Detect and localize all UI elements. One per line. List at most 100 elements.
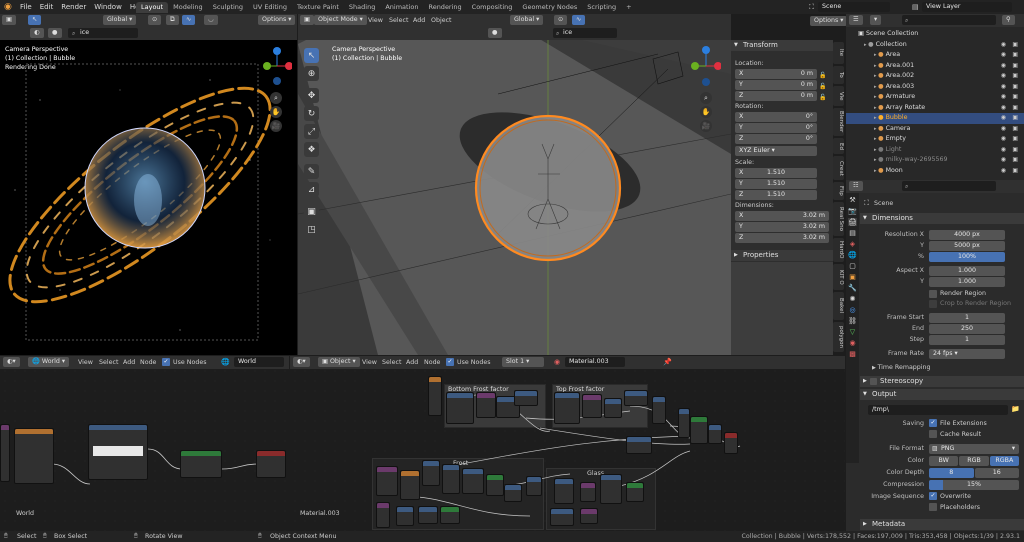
outliner-filter-icon[interactable]: ⚲ (1002, 15, 1015, 25)
shader-node[interactable] (396, 506, 414, 526)
render-camera-icon[interactable]: ▣ (1012, 124, 1018, 135)
cache-result-checkbox[interactable] (929, 430, 937, 438)
tab-geometry-nodes[interactable]: Geometry Nodes (517, 2, 582, 13)
rotate-tool-icon[interactable]: ↻ (304, 106, 319, 121)
tab-sculpting[interactable]: Sculpting (208, 2, 248, 13)
world-menu-view[interactable]: View (78, 359, 93, 366)
output-path-input[interactable]: /tmp\ (868, 405, 1008, 415)
color-rgba-option[interactable]: RGBA (989, 456, 1019, 466)
outliner-item[interactable]: ▸ ● Armature ◉ ▣ (846, 92, 1024, 103)
menu-file[interactable]: File (16, 0, 36, 14)
tab-shading[interactable]: Shading (344, 2, 380, 13)
render-camera-icon[interactable]: ▣ (1012, 155, 1018, 166)
extra-tool-icon[interactable]: ◳ (304, 222, 319, 237)
render-camera-icon[interactable]: ▣ (1012, 92, 1018, 103)
metadata-section-header[interactable]: ▶ Metadata (860, 519, 1024, 530)
shader-node[interactable] (440, 506, 460, 524)
viewport-menu-select[interactable]: Select (389, 17, 408, 24)
view-layer-icon[interactable]: ▤ (912, 3, 919, 11)
tab-compositing[interactable]: Compositing (467, 2, 518, 13)
outliner-item[interactable]: ▸ ● Moon ◉ ▣ (846, 166, 1024, 177)
physics-tab-icon[interactable]: ◎ (849, 306, 855, 314)
view-layer-tab-icon[interactable]: ▤ (849, 229, 856, 237)
shader-node[interactable] (442, 464, 460, 494)
material-node-editor[interactable]: ◐▾ ▣ Object ▾ View Select Add Node ✓ Use… (290, 356, 845, 531)
shader-node[interactable] (678, 408, 690, 438)
render-camera-icon[interactable]: ▣ (1012, 61, 1018, 72)
scale-z-field[interactable]: Z 1.510 (735, 190, 817, 200)
scene-icon[interactable]: ⛶ (809, 3, 814, 12)
location-z-field[interactable]: Z0 m (735, 91, 817, 101)
camera-view-icon[interactable]: 🎥 (270, 120, 282, 132)
scale-tool-icon[interactable]: ⤢ (304, 124, 319, 139)
outliner-item[interactable]: ▸ ● milky-way-2695569 ◉ ▣ (846, 155, 1024, 166)
pan-hand-icon[interactable]: ✋ (270, 106, 282, 118)
viewport-navigation-gizmo[interactable]: ⌕ ✋ 🎥 (691, 44, 722, 140)
render-viewport[interactable]: ▣ ↖ Global ▾ ⊙ ⧉ ∿ ◡ Options ▾ ◐ ● ice ⌕… (0, 14, 297, 355)
outliner-search-input[interactable] (902, 15, 996, 25)
measure-tool-icon[interactable]: ⊿ (304, 182, 319, 197)
shader-node[interactable] (376, 466, 398, 496)
viewport-menu-view[interactable]: View (368, 17, 383, 24)
proportional-icon[interactable]: ∿ (182, 15, 196, 25)
data-tab-icon[interactable]: ▽ (850, 328, 855, 336)
render-camera-icon[interactable]: ▣ (1012, 166, 1018, 177)
rotation-mode-select[interactable]: XYZ Euler ▾ (735, 146, 817, 156)
options-button[interactable]: Options ▾ (258, 15, 296, 25)
shader-node[interactable] (554, 478, 574, 504)
color-rgb-option[interactable]: RGB (959, 456, 989, 466)
shader-node[interactable] (600, 474, 622, 504)
shader-node[interactable] (526, 476, 542, 496)
pivot-icon[interactable]: ⊙ (148, 15, 162, 25)
overwrite-checkbox[interactable]: ✓ (929, 492, 937, 500)
world-node-texture[interactable] (14, 428, 54, 484)
outliner-item[interactable]: ▸ ● Collection ◉ ▣ (846, 40, 1024, 51)
scene-selector[interactable]: Scene (818, 2, 890, 12)
tab-layout[interactable]: Layout (136, 2, 169, 13)
shader-node[interactable] (626, 482, 644, 502)
dimensions-section-header[interactable]: ▼ Dimensions (860, 213, 1024, 224)
outliner-item[interactable]: ▸ ● Empty ◉ ▣ (846, 134, 1024, 145)
visibility-eye-icon[interactable]: ◉ (1001, 40, 1006, 51)
viewport-menu-object[interactable]: Object (431, 17, 452, 24)
world-menu-select[interactable]: Select (99, 359, 118, 366)
shader-node[interactable] (624, 390, 648, 406)
shader-node[interactable] (418, 506, 438, 524)
render-camera-icon[interactable]: ▣ (1012, 50, 1018, 61)
transform-tool-icon[interactable]: ❖ (304, 142, 319, 157)
frame-end-field[interactable]: 250 (929, 324, 1005, 334)
side-tab-hardops[interactable]: HardO (833, 238, 844, 262)
blender-logo-icon[interactable]: ◉ (4, 2, 14, 12)
scene-tab-icon[interactable]: ◈ (850, 240, 855, 248)
dimensions-x-field[interactable]: X 3.02 m (735, 211, 829, 221)
shader-node[interactable] (514, 390, 538, 406)
render-camera-icon[interactable]: ▣ (1012, 103, 1018, 114)
properties-editor-type-button[interactable]: ☷ (849, 181, 863, 191)
render-camera-icon[interactable]: ▣ (1012, 71, 1018, 82)
world-node-output[interactable] (256, 450, 286, 478)
viewport-pivot-icon[interactable]: ⊙ (554, 15, 568, 25)
shader-node[interactable] (486, 474, 504, 496)
scale-x-field[interactable]: X 1.510 (735, 168, 817, 178)
rotation-y-field[interactable]: Y 0° (735, 123, 817, 133)
viewport-menu-add[interactable]: Add (413, 17, 425, 24)
shader-node[interactable] (626, 436, 652, 454)
transform-section-header[interactable]: ▼ Transform (731, 40, 833, 51)
shader-node[interactable] (580, 508, 598, 524)
side-tab-view[interactable]: Vie (833, 86, 844, 106)
aspect-x-field[interactable]: 1.000 (929, 266, 1005, 276)
shader-node[interactable] (582, 394, 602, 418)
stereoscopy-section-header[interactable]: ▶ Stereoscopy (860, 376, 1024, 387)
viewport-pan-icon[interactable]: ✋ (700, 106, 712, 118)
crop-region-checkbox[interactable] (929, 300, 937, 308)
transform-orientation-select[interactable]: Global ▾ (103, 15, 137, 25)
shader-node[interactable] (446, 392, 474, 424)
visibility-eye-icon[interactable]: ◉ (1001, 145, 1006, 156)
side-tab-baker[interactable]: Bakel (833, 292, 844, 320)
shader-node[interactable] (376, 502, 390, 528)
location-x-field[interactable]: X0 m (735, 69, 817, 79)
dimensions-z-field[interactable]: Z 3.02 m (735, 233, 829, 243)
aspect-y-field[interactable]: 1.000 (929, 277, 1005, 287)
side-tab-kit-ops[interactable]: KIT O (833, 264, 844, 290)
visibility-eye-icon[interactable]: ◉ (1001, 103, 1006, 114)
